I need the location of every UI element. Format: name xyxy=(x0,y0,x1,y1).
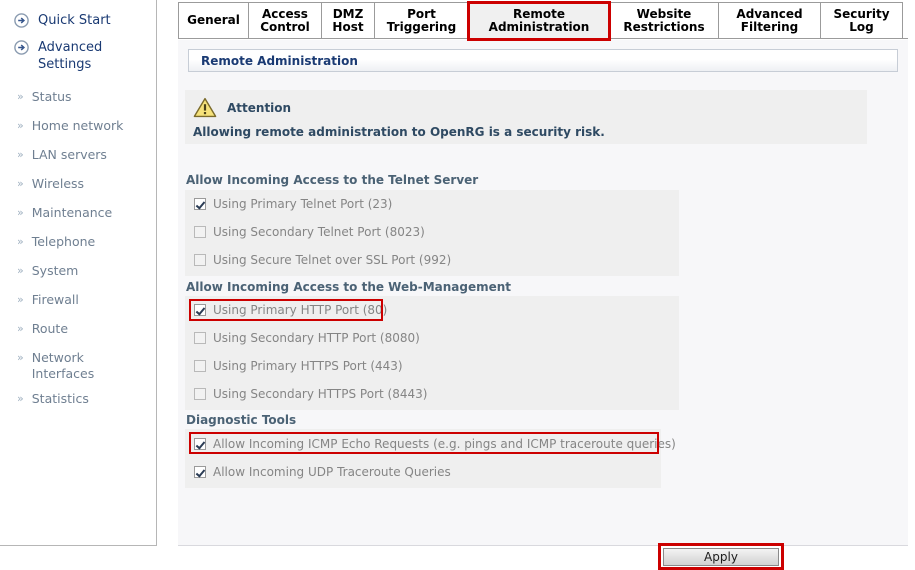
sidebar-item-quick-start[interactable]: Quick Start xyxy=(0,12,156,29)
checkbox-secondary-telnet-port[interactable] xyxy=(194,226,206,238)
tab-general[interactable]: General xyxy=(178,2,249,38)
attention-title: Attention xyxy=(227,100,292,115)
checkbox-row-secondary-https-port[interactable]: Using Secondary HTTPS Port (8443) xyxy=(185,380,679,408)
page-title-text: Remote Administration xyxy=(201,53,358,68)
arrow-circle-icon xyxy=(14,13,29,28)
chevron-double-right-icon: » xyxy=(17,119,24,132)
attention-banner: Attention Allowing remote administration… xyxy=(185,90,867,144)
checkbox-secondary-http-port[interactable] xyxy=(194,332,206,344)
sidebar-item-label: Maintenance xyxy=(31,205,113,220)
checkbox-label: Allow Incoming UDP Traceroute Queries xyxy=(213,465,451,479)
sidebar-item-maintenance[interactable]: » Maintenance xyxy=(0,205,156,221)
chevron-double-right-icon: » xyxy=(17,392,24,405)
chevron-double-right-icon: » xyxy=(17,351,24,364)
tab-website-restrictions[interactable]: Website Restrictions xyxy=(609,2,719,38)
checkbox-panel-telnet: Using Primary Telnet Port (23) Using Sec… xyxy=(185,190,679,276)
tab-label: Advanced Filtering xyxy=(736,6,803,34)
sidebar-item-label: Network Interfaces xyxy=(31,350,95,381)
chevron-double-right-icon: » xyxy=(17,90,24,103)
checkbox-secure-telnet-ssl-port[interactable] xyxy=(194,254,206,266)
checkbox-row-secondary-http-port[interactable]: Using Secondary HTTP Port (8080) xyxy=(185,324,679,352)
tab-label: Access Control xyxy=(260,6,310,34)
section-title-telnet: Allow Incoming Access to the Telnet Serv… xyxy=(186,173,479,187)
chevron-double-right-icon: » xyxy=(17,293,24,306)
checkbox-row-primary-https-port[interactable]: Using Primary HTTPS Port (443) xyxy=(185,352,679,380)
checkbox-label: Using Secondary HTTPS Port (8443) xyxy=(213,387,428,401)
section-title-web-management: Allow Incoming Access to the Web-Managem… xyxy=(186,280,512,294)
checkbox-row-secure-telnet-ssl-port[interactable]: Using Secure Telnet over SSL Port (992) xyxy=(185,246,679,274)
sidebar-item-label: Status xyxy=(31,89,72,104)
sidebar-item-label: Home network xyxy=(31,118,124,133)
checkbox-row-secondary-telnet-port[interactable]: Using Secondary Telnet Port (8023) xyxy=(185,218,679,246)
checkbox-panel-diagnostic-tools: Allow Incoming ICMP Echo Requests (e.g. … xyxy=(185,429,676,488)
sidebar-item-label: Route xyxy=(31,321,69,336)
checkbox-label: Using Primary HTTP Port (80) xyxy=(213,303,388,317)
checkbox-label: Using Primary HTTPS Port (443) xyxy=(213,359,403,373)
sidebar-item-home-network[interactable]: » Home network xyxy=(0,118,156,134)
sidebar-item-label: Quick Start xyxy=(38,13,111,28)
tab-label: General xyxy=(187,13,240,27)
checkbox-label: Using Secondary Telnet Port (8023) xyxy=(213,225,425,239)
sidebar-item-network-interfaces[interactable]: » Network Interfaces xyxy=(0,350,156,382)
checkbox-label: Allow Incoming ICMP Echo Requests (e.g. … xyxy=(213,436,676,451)
checkbox-row-udp-traceroute-queries[interactable]: Allow Incoming UDP Traceroute Queries xyxy=(185,458,661,486)
tab-strip: General Access Control DMZ Host Port Tri… xyxy=(178,1,908,41)
sidebar-item-label: Advanced Settings xyxy=(38,40,103,72)
tab-remote-administration[interactable]: Remote Administration xyxy=(467,1,611,41)
chevron-double-right-icon: » xyxy=(17,322,24,335)
checkbox-primary-telnet-port[interactable] xyxy=(194,198,206,210)
sidebar-item-route[interactable]: » Route xyxy=(0,321,156,337)
arrow-circle-icon xyxy=(14,40,29,55)
checkbox-panel-web-management: Using Primary HTTP Port (80) Using Secon… xyxy=(185,296,679,410)
tab-access-control[interactable]: Access Control xyxy=(248,2,322,38)
sidebar-item-label: Telephone xyxy=(31,234,96,249)
sidebar-item-label: Firewall xyxy=(31,292,79,307)
sidebar-item-label: LAN servers xyxy=(31,147,107,162)
content-panel: Remote Administration Attention Allowing… xyxy=(178,40,908,570)
chevron-double-right-icon: » xyxy=(17,206,24,219)
checkbox-row-primary-telnet-port[interactable]: Using Primary Telnet Port (23) xyxy=(185,190,679,218)
sidebar-item-lan-servers[interactable]: » LAN servers xyxy=(0,147,156,163)
checkbox-label: Using Primary Telnet Port (23) xyxy=(213,197,393,211)
sidebar-item-status[interactable]: » Status xyxy=(0,89,156,105)
checkbox-label: Using Secure Telnet over SSL Port (992) xyxy=(213,253,452,267)
checkbox-icmp-echo-requests[interactable] xyxy=(194,437,206,450)
tab-label: Website Restrictions xyxy=(623,6,705,34)
sidebar-item-wireless[interactable]: » Wireless xyxy=(0,176,156,192)
checkbox-secondary-https-port[interactable] xyxy=(194,388,206,400)
sidebar-item-telephone[interactable]: » Telephone xyxy=(0,234,156,250)
checkbox-row-primary-http-port[interactable]: Using Primary HTTP Port (80) xyxy=(185,296,679,324)
checkbox-label: Using Secondary HTTP Port (8080) xyxy=(213,331,420,345)
chevron-double-right-icon: » xyxy=(17,235,24,248)
tab-label: DMZ Host xyxy=(332,6,364,34)
sidebar-item-label: Wireless xyxy=(31,176,85,191)
checkbox-row-icmp-echo-requests[interactable]: Allow Incoming ICMP Echo Requests (e.g. … xyxy=(185,429,676,458)
chevron-double-right-icon: » xyxy=(17,148,24,161)
tab-label: Security Log xyxy=(833,6,890,34)
chevron-double-right-icon: » xyxy=(17,177,24,190)
tab-dmz-host[interactable]: DMZ Host xyxy=(321,2,375,38)
attention-message: Allowing remote administration to OpenRG… xyxy=(193,125,605,139)
chevron-double-right-icon: » xyxy=(17,264,24,277)
tab-label: Port Triggering xyxy=(386,6,457,34)
sidebar-item-label: System xyxy=(31,263,79,278)
tab-port-triggering[interactable]: Port Triggering xyxy=(374,2,469,38)
sidebar: Quick Start Advanced Settings » Status »… xyxy=(0,0,157,546)
checkbox-primary-https-port[interactable] xyxy=(194,360,206,372)
sidebar-item-label: Statistics xyxy=(31,391,89,406)
sidebar-item-firewall[interactable]: » Firewall xyxy=(0,292,156,308)
apply-button-area: Apply xyxy=(658,543,784,570)
warning-triangle-icon xyxy=(193,97,217,118)
sidebar-item-advanced-settings[interactable]: Advanced Settings xyxy=(0,39,156,73)
tab-security-log[interactable]: Security Log xyxy=(820,2,903,38)
tab-advanced-filtering[interactable]: Advanced Filtering xyxy=(718,2,821,38)
sidebar-item-statistics[interactable]: » Statistics xyxy=(0,391,156,407)
checkbox-udp-traceroute-queries[interactable] xyxy=(194,466,206,478)
checkbox-primary-http-port[interactable] xyxy=(194,304,206,316)
section-title-diagnostic-tools: Diagnostic Tools xyxy=(186,413,297,427)
page-title: Remote Administration xyxy=(188,49,898,72)
tab-label: Remote Administration xyxy=(488,6,590,34)
sidebar-item-system[interactable]: » System xyxy=(0,263,156,279)
